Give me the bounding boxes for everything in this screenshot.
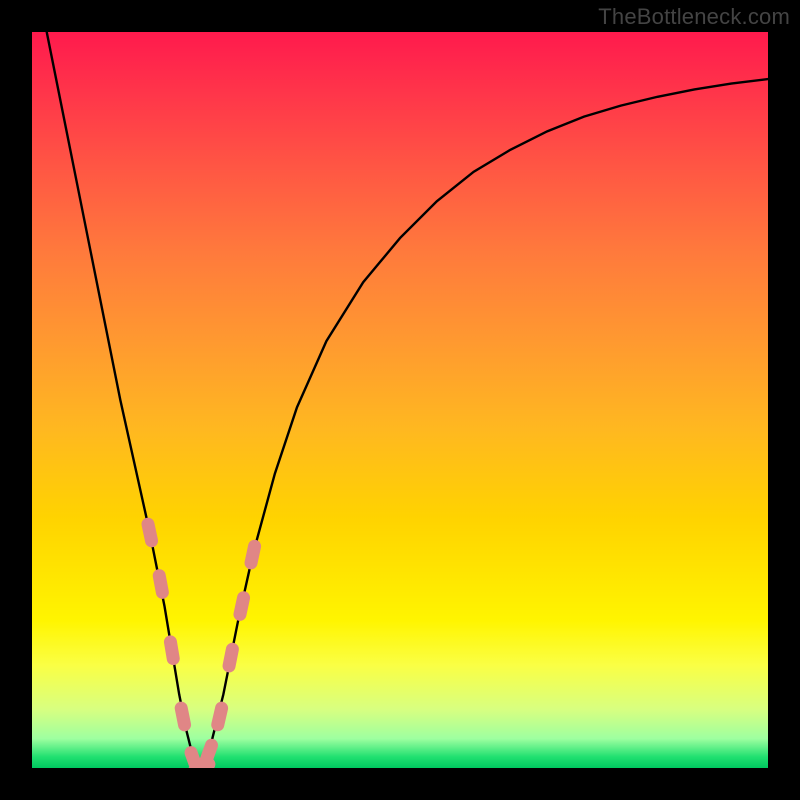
curve-marker — [232, 590, 251, 622]
chart-svg — [32, 32, 768, 768]
curve-marker — [163, 634, 181, 666]
chart-frame: TheBottleneck.com — [0, 0, 800, 800]
curve-marker — [140, 516, 159, 548]
watermark-text: TheBottleneck.com — [598, 4, 790, 30]
curve-marker — [174, 700, 193, 732]
curve-markers — [140, 516, 262, 768]
curve-marker — [152, 568, 170, 600]
bottleneck-curve — [47, 32, 768, 768]
curve-marker — [210, 700, 229, 732]
curve-marker — [197, 737, 219, 768]
plot-area — [32, 32, 768, 768]
curve-marker — [243, 539, 262, 571]
curve-marker — [221, 642, 240, 674]
